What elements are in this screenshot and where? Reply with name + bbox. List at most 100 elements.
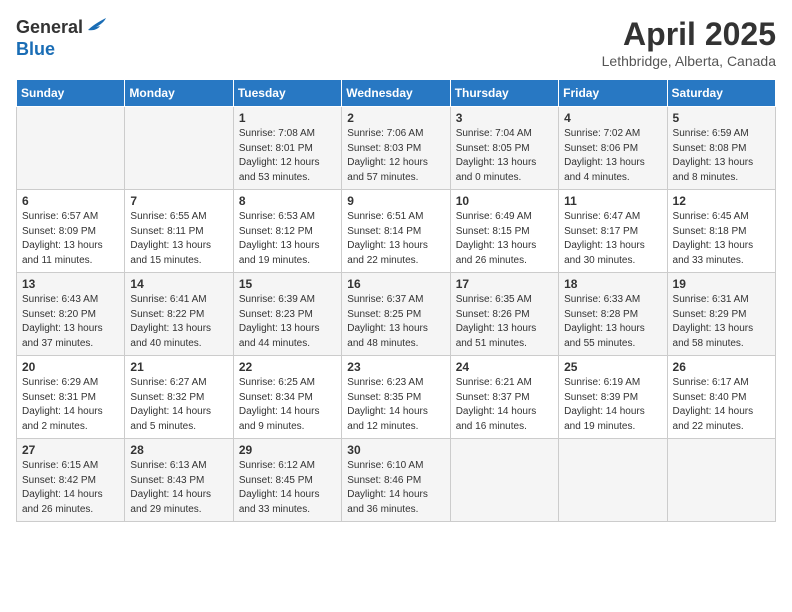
calendar-day-cell: 16 Sunrise: 6:37 AM Sunset: 8:25 PM Dayli… <box>342 273 450 356</box>
day-info: Sunrise: 6:45 AM Sunset: 8:18 PM Dayligh… <box>673 210 770 268</box>
calendar-day-cell: 10 Sunrise: 6:49 AM Sunset: 8:15 PM Dayli… <box>450 190 558 273</box>
day-info: Sunrise: 6:29 AM Sunset: 8:31 PM Dayligh… <box>22 376 119 434</box>
calendar-day-cell: 24 Sunrise: 6:21 AM Sunset: 8:37 PM Dayli… <box>450 356 558 439</box>
day-number: 22 <box>239 360 336 374</box>
day-info: Sunrise: 6:59 AM Sunset: 8:08 PM Dayligh… <box>673 127 770 185</box>
day-info: Sunrise: 6:13 AM Sunset: 8:43 PM Dayligh… <box>130 459 227 517</box>
day-number: 4 <box>564 111 661 125</box>
location-title: Lethbridge, Alberta, Canada <box>602 53 776 69</box>
day-info: Sunrise: 7:04 AM Sunset: 8:05 PM Dayligh… <box>456 127 553 185</box>
day-number: 15 <box>239 277 336 291</box>
day-number: 16 <box>347 277 444 291</box>
calendar-day-cell: 2 Sunrise: 7:06 AM Sunset: 8:03 PM Daylig… <box>342 107 450 190</box>
day-info: Sunrise: 6:33 AM Sunset: 8:28 PM Dayligh… <box>564 293 661 351</box>
day-info: Sunrise: 6:17 AM Sunset: 8:40 PM Dayligh… <box>673 376 770 434</box>
day-of-week-header: Monday <box>125 80 233 107</box>
day-of-week-header: Friday <box>559 80 667 107</box>
day-info: Sunrise: 6:49 AM Sunset: 8:15 PM Dayligh… <box>456 210 553 268</box>
calendar-week-row: 27Sunrise: 6:15 AM Sunset: 8:42 PM Dayli… <box>17 439 776 522</box>
calendar-day-cell: 26 Sunrise: 6:17 AM Sunset: 8:40 PM Dayli… <box>667 356 775 439</box>
day-number: 12 <box>673 194 770 208</box>
day-info: Sunrise: 6:35 AM Sunset: 8:26 PM Dayligh… <box>456 293 553 351</box>
day-number: 10 <box>456 194 553 208</box>
day-info: Sunrise: 6:43 AM Sunset: 8:20 PM Dayligh… <box>22 293 119 351</box>
day-number: 29 <box>239 443 336 457</box>
calendar-day-cell: 7Sunrise: 6:55 AM Sunset: 8:11 PM Daylig… <box>125 190 233 273</box>
day-number: 11 <box>564 194 661 208</box>
calendar-day-cell: 30 Sunrise: 6:10 AM Sunset: 8:46 PM Dayli… <box>342 439 450 522</box>
day-of-week-header: Saturday <box>667 80 775 107</box>
day-number: 9 <box>347 194 444 208</box>
day-info: Sunrise: 6:41 AM Sunset: 8:22 PM Dayligh… <box>130 293 227 351</box>
day-of-week-header: Thursday <box>450 80 558 107</box>
logo-blue-text: Blue <box>16 39 55 60</box>
day-info: Sunrise: 6:15 AM Sunset: 8:42 PM Dayligh… <box>22 459 119 517</box>
calendar-day-cell: 25 Sunrise: 6:19 AM Sunset: 8:39 PM Dayli… <box>559 356 667 439</box>
day-info: Sunrise: 6:21 AM Sunset: 8:37 PM Dayligh… <box>456 376 553 434</box>
calendar-day-cell: 5 Sunrise: 6:59 AM Sunset: 8:08 PM Daylig… <box>667 107 775 190</box>
calendar-day-cell <box>559 439 667 522</box>
calendar-day-cell: 19Sunrise: 6:31 AM Sunset: 8:29 PM Dayli… <box>667 273 775 356</box>
day-number: 20 <box>22 360 119 374</box>
day-number: 25 <box>564 360 661 374</box>
day-info: Sunrise: 7:06 AM Sunset: 8:03 PM Dayligh… <box>347 127 444 185</box>
day-number: 30 <box>347 443 444 457</box>
calendar-day-cell <box>17 107 125 190</box>
calendar-day-cell: 3 Sunrise: 7:04 AM Sunset: 8:05 PM Daylig… <box>450 107 558 190</box>
day-number: 21 <box>130 360 227 374</box>
day-number: 5 <box>673 111 770 125</box>
month-title: April 2025 <box>602 16 776 53</box>
calendar-week-row: 1 Sunrise: 7:08 AM Sunset: 8:01 PM Daylig… <box>17 107 776 190</box>
day-info: Sunrise: 6:47 AM Sunset: 8:17 PM Dayligh… <box>564 210 661 268</box>
day-of-week-header: Tuesday <box>233 80 341 107</box>
calendar-day-cell: 27Sunrise: 6:15 AM Sunset: 8:42 PM Dayli… <box>17 439 125 522</box>
day-info: Sunrise: 7:08 AM Sunset: 8:01 PM Dayligh… <box>239 127 336 185</box>
calendar-day-cell: 6Sunrise: 6:57 AM Sunset: 8:09 PM Daylig… <box>17 190 125 273</box>
calendar-day-cell: 1 Sunrise: 7:08 AM Sunset: 8:01 PM Daylig… <box>233 107 341 190</box>
calendar-week-row: 13Sunrise: 6:43 AM Sunset: 8:20 PM Dayli… <box>17 273 776 356</box>
day-number: 1 <box>239 111 336 125</box>
calendar-week-row: 20 Sunrise: 6:29 AM Sunset: 8:31 PM Dayli… <box>17 356 776 439</box>
logo: General Blue <box>16 16 108 60</box>
calendar-table: SundayMondayTuesdayWednesdayThursdayFrid… <box>16 79 776 522</box>
day-info: Sunrise: 6:57 AM Sunset: 8:09 PM Dayligh… <box>22 210 119 268</box>
day-number: 3 <box>456 111 553 125</box>
day-number: 8 <box>239 194 336 208</box>
day-info: Sunrise: 7:02 AM Sunset: 8:06 PM Dayligh… <box>564 127 661 185</box>
day-info: Sunrise: 6:19 AM Sunset: 8:39 PM Dayligh… <box>564 376 661 434</box>
day-number: 2 <box>347 111 444 125</box>
day-number: 28 <box>130 443 227 457</box>
day-number: 18 <box>564 277 661 291</box>
calendar-day-cell <box>450 439 558 522</box>
calendar-day-cell: 29 Sunrise: 6:12 AM Sunset: 8:45 PM Dayli… <box>233 439 341 522</box>
day-number: 23 <box>347 360 444 374</box>
calendar-header-row: SundayMondayTuesdayWednesdayThursdayFrid… <box>17 80 776 107</box>
title-block: April 2025 Lethbridge, Alberta, Canada <box>602 16 776 69</box>
day-info: Sunrise: 6:10 AM Sunset: 8:46 PM Dayligh… <box>347 459 444 517</box>
day-number: 17 <box>456 277 553 291</box>
day-info: Sunrise: 6:12 AM Sunset: 8:45 PM Dayligh… <box>239 459 336 517</box>
day-info: Sunrise: 6:23 AM Sunset: 8:35 PM Dayligh… <box>347 376 444 434</box>
calendar-day-cell: 15 Sunrise: 6:39 AM Sunset: 8:23 PM Dayli… <box>233 273 341 356</box>
calendar-day-cell: 22Sunrise: 6:25 AM Sunset: 8:34 PM Dayli… <box>233 356 341 439</box>
day-number: 26 <box>673 360 770 374</box>
calendar-day-cell: 18 Sunrise: 6:33 AM Sunset: 8:28 PM Dayli… <box>559 273 667 356</box>
day-number: 24 <box>456 360 553 374</box>
day-number: 14 <box>130 277 227 291</box>
day-info: Sunrise: 6:37 AM Sunset: 8:25 PM Dayligh… <box>347 293 444 351</box>
calendar-day-cell <box>125 107 233 190</box>
calendar-day-cell: 13Sunrise: 6:43 AM Sunset: 8:20 PM Dayli… <box>17 273 125 356</box>
day-info: Sunrise: 6:55 AM Sunset: 8:11 PM Dayligh… <box>130 210 227 268</box>
calendar-day-cell: 14 Sunrise: 6:41 AM Sunset: 8:22 PM Dayli… <box>125 273 233 356</box>
calendar-day-cell: 11 Sunrise: 6:47 AM Sunset: 8:17 PM Dayli… <box>559 190 667 273</box>
calendar-day-cell: 9 Sunrise: 6:51 AM Sunset: 8:14 PM Daylig… <box>342 190 450 273</box>
calendar-day-cell: 12 Sunrise: 6:45 AM Sunset: 8:18 PM Dayli… <box>667 190 775 273</box>
calendar-week-row: 6Sunrise: 6:57 AM Sunset: 8:09 PM Daylig… <box>17 190 776 273</box>
logo-bird-icon <box>86 16 108 34</box>
calendar-day-cell: 8Sunrise: 6:53 AM Sunset: 8:12 PM Daylig… <box>233 190 341 273</box>
calendar-day-cell: 23 Sunrise: 6:23 AM Sunset: 8:35 PM Dayli… <box>342 356 450 439</box>
calendar-day-cell <box>667 439 775 522</box>
day-info: Sunrise: 6:51 AM Sunset: 8:14 PM Dayligh… <box>347 210 444 268</box>
day-info: Sunrise: 6:39 AM Sunset: 8:23 PM Dayligh… <box>239 293 336 351</box>
day-of-week-header: Wednesday <box>342 80 450 107</box>
